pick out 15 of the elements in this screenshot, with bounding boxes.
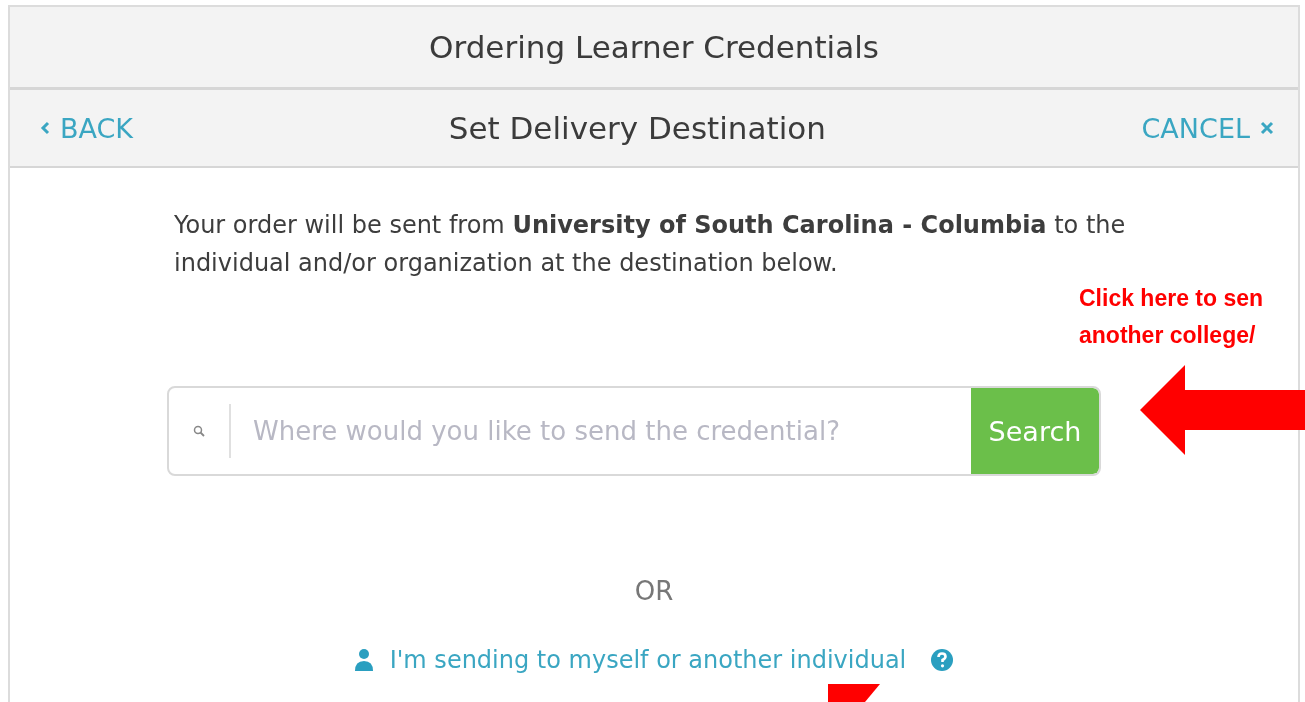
page-title: Set Delivery Destination — [448, 110, 826, 146]
search-field[interactable]: Where would you like to send the credential? Search — [167, 386, 1101, 476]
callout-text: Click here to sen another college/ — [1079, 284, 1264, 350]
close-icon — [1260, 121, 1274, 135]
back-link[interactable]: BACK — [40, 112, 134, 144]
search-button[interactable]: Search — [971, 388, 1099, 474]
help-icon[interactable] — [930, 648, 955, 672]
intro-paragraph: Your order will be sent from University of South Carolina - Columbia to the individual and/or organization at the destination below. — [174, 210, 1127, 279]
individual-link[interactable]: I'm sending to myself or another individual — [353, 646, 955, 674]
cancel-link[interactable]: CANCEL — [1141, 112, 1274, 144]
or-separator: OR — [634, 576, 674, 606]
chevron-left-icon — [40, 121, 50, 135]
search-icon — [193, 425, 205, 437]
person-icon — [353, 648, 374, 672]
window-title: Ordering Learner Credentials — [429, 29, 879, 65]
